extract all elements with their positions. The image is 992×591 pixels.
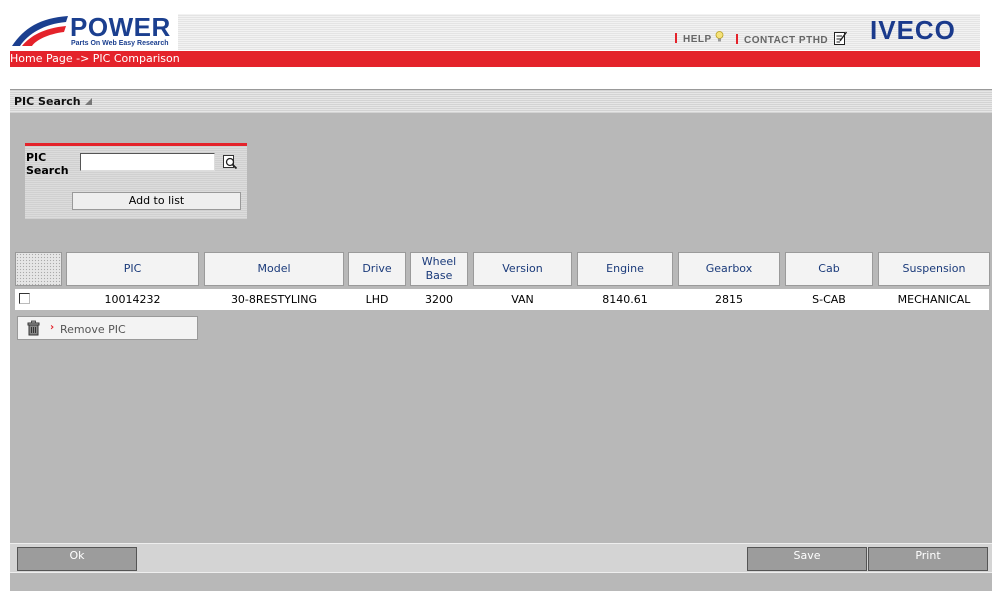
- remove-pic-button[interactable]: › Remove PIC: [17, 316, 198, 340]
- cell-wheelbase: 3200: [425, 293, 453, 306]
- collapse-triangle-icon: [84, 98, 92, 105]
- pic-search-box: PIC Search Add to list: [25, 143, 247, 219]
- column-header-label: PIC: [123, 262, 142, 275]
- cell-pic: 10014232: [104, 293, 161, 306]
- logo-subtitle: Parts On Web Easy Research: [71, 40, 169, 47]
- cell-engine: 8140.61: [602, 293, 648, 306]
- app-header: POWER Parts On Web Easy Research HELP CO…: [0, 0, 992, 67]
- form-edit-icon: [834, 31, 848, 45]
- column-header-wheelbase[interactable]: Wheel Base: [410, 252, 468, 286]
- column-header-label: Suspension: [902, 262, 966, 275]
- row-checkbox[interactable]: [19, 293, 30, 304]
- chevron-right-icon: ›: [50, 322, 55, 333]
- separator-bar: [736, 34, 738, 44]
- pic-search-label: PIC Search: [26, 151, 69, 177]
- power-logo[interactable]: POWER Parts On Web Easy Research: [10, 14, 178, 50]
- power-logo-swoosh-icon: [12, 16, 68, 46]
- lightbulb-icon: [715, 31, 724, 42]
- select-column-header: [15, 252, 62, 286]
- column-header-label: Version: [502, 262, 543, 275]
- cell-suspension: MECHANICAL: [897, 293, 971, 306]
- contact-link[interactable]: CONTACT PTHD: [736, 31, 848, 46]
- pic-search-input[interactable]: [80, 153, 215, 171]
- section-title-label: PIC Search: [14, 95, 81, 108]
- column-header-label: Gearbox: [705, 262, 753, 275]
- column-header-label: Cab: [818, 262, 840, 275]
- column-header-cab[interactable]: Cab: [785, 252, 873, 286]
- search-icon[interactable]: [222, 154, 238, 170]
- breadcrumb-bar: Home Page -> PIC Comparison: [10, 51, 980, 67]
- column-header-pic[interactable]: PIC: [66, 252, 199, 286]
- column-header-label: Drive: [362, 262, 392, 275]
- cell-version: VAN: [511, 293, 534, 306]
- main-panel: PIC Search PIC Search Add to list PIC Mo…: [10, 89, 992, 591]
- iveco-logo: IVECO: [870, 15, 956, 45]
- cell-drive: LHD: [365, 293, 389, 306]
- ok-button[interactable]: Ok: [17, 547, 137, 571]
- column-header-label: Base: [425, 269, 453, 282]
- column-header-engine[interactable]: Engine: [577, 252, 673, 286]
- cell-gearbox: 2815: [715, 293, 743, 306]
- pic-search-label-line2: Search: [26, 164, 69, 177]
- logo-title: POWER: [70, 12, 171, 42]
- column-header-version[interactable]: Version: [473, 252, 572, 286]
- footer-bar: Ok Save Print: [10, 543, 992, 573]
- cell-cab: S-CAB: [812, 293, 846, 306]
- separator-bar: [675, 33, 677, 43]
- help-link[interactable]: HELP: [675, 31, 724, 45]
- contact-label: CONTACT PTHD: [744, 35, 829, 46]
- column-header-drive[interactable]: Drive: [348, 252, 406, 286]
- header-band: [178, 14, 980, 50]
- column-header-label: Model: [257, 262, 291, 275]
- cell-model: 30-8RESTYLING: [230, 293, 318, 306]
- print-button[interactable]: Print: [868, 547, 988, 571]
- column-header-suspension[interactable]: Suspension: [878, 252, 990, 286]
- add-to-list-button[interactable]: Add to list: [72, 192, 241, 210]
- save-button[interactable]: Save: [747, 547, 867, 571]
- breadcrumb[interactable]: Home Page -> PIC Comparison: [10, 52, 180, 65]
- column-header-gearbox[interactable]: Gearbox: [678, 252, 780, 286]
- trash-icon: [27, 320, 40, 336]
- column-header-label: Wheel: [421, 255, 457, 268]
- column-header-model[interactable]: Model: [204, 252, 344, 286]
- remove-pic-label: Remove PIC: [60, 323, 126, 336]
- section-title[interactable]: PIC Search: [14, 95, 92, 108]
- table-row: 10014232 30-8RESTYLING LHD 3200 VAN 8140…: [15, 289, 989, 310]
- column-header-label: Engine: [606, 262, 644, 275]
- help-label: HELP: [683, 34, 712, 45]
- section-header: PIC Search: [10, 89, 992, 113]
- pic-search-label-line1: PIC: [26, 151, 47, 164]
